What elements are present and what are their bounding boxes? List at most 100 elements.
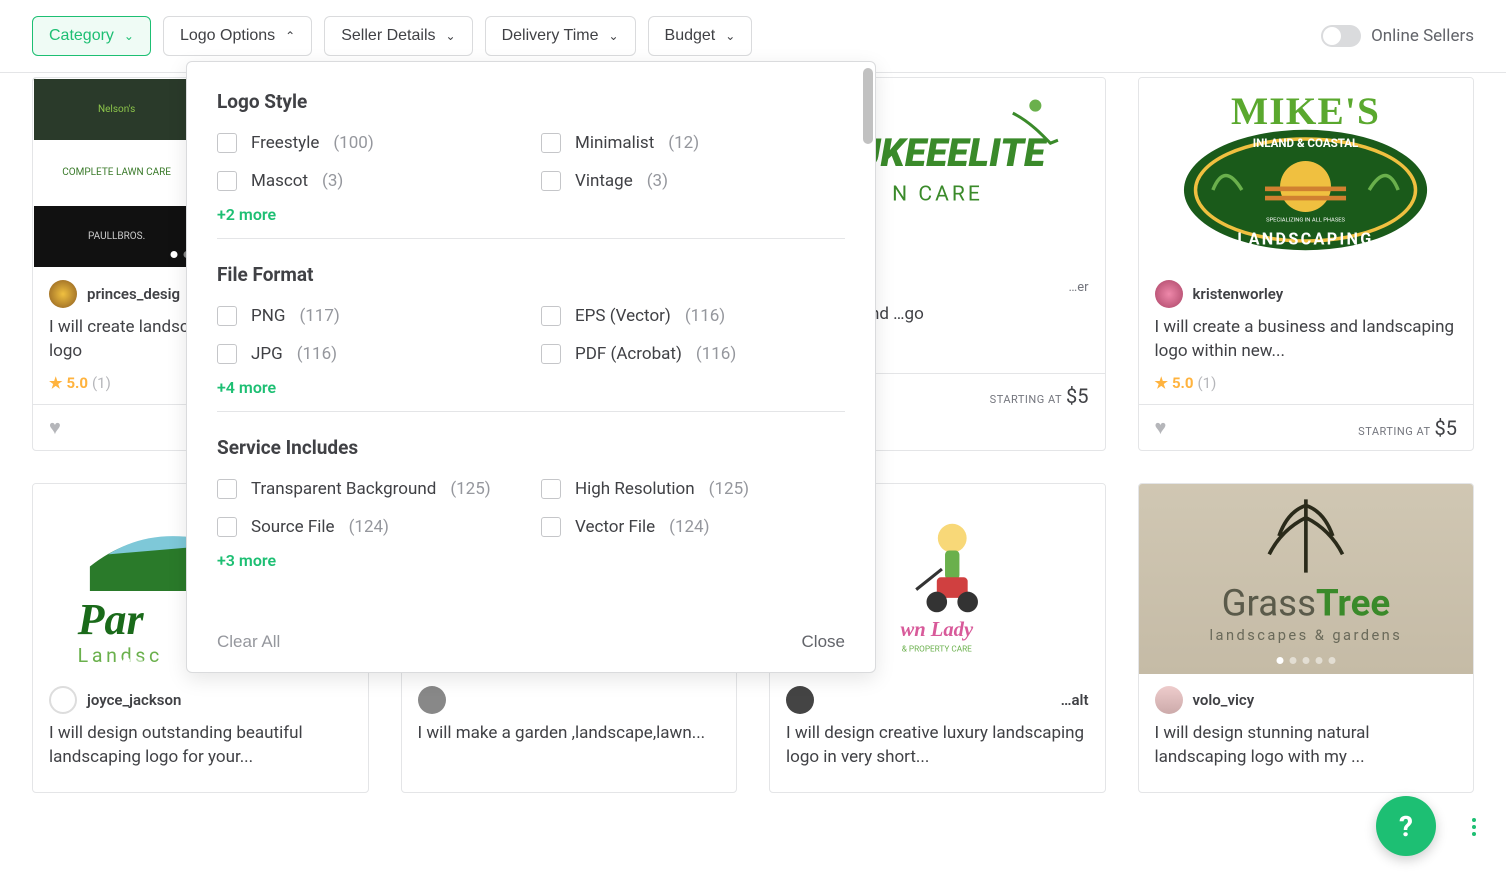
checkbox-icon <box>217 171 237 191</box>
filter-option[interactable]: JPG (116) <box>217 344 521 364</box>
option-label: Mascot <box>251 171 308 191</box>
checkbox-icon <box>541 344 561 364</box>
filter-option[interactable]: Freestyle(100) <box>217 133 521 153</box>
filter-option[interactable]: Minimalist(12) <box>541 133 845 153</box>
seller-avatar[interactable] <box>1155 280 1183 308</box>
checkbox-icon <box>541 306 561 326</box>
option-count: (117) <box>299 306 339 326</box>
filter-budget[interactable]: Budget ⌄ <box>648 16 753 56</box>
seller-name[interactable]: joyce_jackson <box>87 691 181 709</box>
filter-option[interactable]: Vintage (3) <box>541 171 845 191</box>
filter-option[interactable]: EPS (Vector)(116) <box>541 306 845 326</box>
gig-image[interactable]: GrassTreelandscapes & gardens <box>1139 484 1474 674</box>
svg-text:GrassTree: GrassTree <box>1221 582 1390 625</box>
chevron-up-icon: ⌃ <box>285 29 295 43</box>
filter-category[interactable]: Category ⌄ <box>32 16 151 56</box>
checkbox-icon <box>541 133 561 153</box>
favorite-icon[interactable]: ♥ <box>49 415 61 440</box>
clear-all-button[interactable]: Clear All <box>217 632 280 652</box>
filter-label: Seller Details <box>341 27 435 45</box>
seller-avatar[interactable] <box>1155 686 1183 714</box>
carousel-dots[interactable] <box>908 251 967 258</box>
carousel-dots[interactable] <box>914 657 960 664</box>
checkbox-icon <box>541 171 561 191</box>
filter-seller-details[interactable]: Seller Details ⌄ <box>324 16 472 56</box>
filter-option[interactable]: Vector File(124) <box>541 517 845 537</box>
option-count: (116) <box>297 344 337 364</box>
svg-text:N CARE: N CARE <box>892 181 983 206</box>
svg-text:LANDSCAPING: LANDSCAPING <box>1238 230 1374 249</box>
online-sellers-toggle[interactable] <box>1321 25 1361 47</box>
rating-count: (1) <box>92 374 111 392</box>
star-icon: ★ <box>49 374 62 392</box>
carousel-dots[interactable] <box>1276 657 1335 664</box>
filter-option[interactable]: Source File(124) <box>217 517 521 537</box>
show-more-link[interactable]: +4 more <box>217 378 276 397</box>
svg-text:landscapes & gardens: landscapes & gardens <box>1209 626 1402 644</box>
favorite-icon[interactable]: ♥ <box>1155 415 1167 440</box>
filter-logo-options[interactable]: Logo Options ⌃ <box>163 16 312 56</box>
svg-text:wn Lady: wn Lady <box>901 619 974 641</box>
filter-delivery-time[interactable]: Delivery Time ⌄ <box>485 16 636 56</box>
gig-card[interactable]: GrassTreelandscapes & gardens volo_vicy … <box>1138 483 1475 793</box>
option-count: (3) <box>322 171 343 191</box>
checkbox-icon <box>541 517 561 537</box>
gig-card[interactable]: MIKE'SINLAND & COASTALLANDSCAPINGSPECIAL… <box>1138 77 1475 451</box>
dropdown-section-logo-style: Logo Style Freestyle(100) Minimalist(12)… <box>217 90 845 239</box>
seller-avatar[interactable] <box>49 686 77 714</box>
filter-option[interactable]: High Resolution(125) <box>541 479 845 499</box>
filter-option[interactable]: Transparent Background(125) <box>217 479 521 499</box>
option-count: (100) <box>333 133 373 153</box>
star-icon: ★ <box>1155 374 1168 392</box>
dropdown-section-service-includes: Service Includes Transparent Background(… <box>217 436 845 584</box>
price-label: STARTING AT <box>1358 425 1430 438</box>
filter-label: Delivery Time <box>502 27 599 45</box>
gig-title[interactable]: I will design outstanding beautiful land… <box>49 722 352 770</box>
checkbox-icon <box>217 517 237 537</box>
option-label: JPG <box>251 344 283 364</box>
seller-avatar[interactable] <box>786 686 814 714</box>
seller-name[interactable]: volo_vicy <box>1193 691 1255 709</box>
seller-name-partial[interactable]: …alt <box>1061 691 1089 709</box>
gig-title[interactable]: I will create a business and landscaping… <box>1155 316 1458 364</box>
option-label: Transparent Background <box>251 479 436 499</box>
show-more-link[interactable]: +2 more <box>217 205 276 224</box>
seller-name[interactable]: princes_desig <box>87 285 180 303</box>
more-menu-icon[interactable] <box>1472 818 1476 836</box>
filter-option[interactable]: Mascot (3) <box>217 171 521 191</box>
option-label: PDF (Acrobat) <box>575 344 682 364</box>
filter-label: Budget <box>665 27 716 45</box>
show-more-link[interactable]: +3 more <box>217 551 276 570</box>
option-label: Minimalist <box>575 133 654 153</box>
seller-name[interactable]: kristenworley <box>1193 285 1284 303</box>
gig-title[interactable]: I will make a garden ,landscape,lawn... <box>418 722 721 770</box>
seller-avatar[interactable] <box>49 280 77 308</box>
rating-value: 5.0 <box>1172 374 1194 392</box>
seller-avatar[interactable] <box>418 686 446 714</box>
option-count: (3) <box>647 171 668 191</box>
svg-text:SPECIALIZING IN ALL PHASES: SPECIALIZING IN ALL PHASES <box>1266 218 1345 224</box>
checkbox-icon <box>217 306 237 326</box>
price-label: STARTING AT <box>990 393 1062 406</box>
gig-image[interactable]: MIKE'SINLAND & COASTALLANDSCAPINGSPECIAL… <box>1139 78 1474 268</box>
svg-text:Landsc: Landsc <box>78 644 163 667</box>
carousel-dots[interactable] <box>123 657 143 664</box>
scrollbar-thumb[interactable] <box>863 68 873 144</box>
filter-option[interactable]: PNG(117) <box>217 306 521 326</box>
option-label: Source File <box>251 517 335 537</box>
help-fab[interactable]: ? <box>1376 796 1436 856</box>
toggle-label: Online Sellers <box>1371 26 1474 46</box>
checkbox-icon <box>217 479 237 499</box>
close-button[interactable]: Close <box>802 632 845 652</box>
help-icon: ? <box>1399 810 1413 843</box>
gig-title[interactable]: I will design creative luxury landscapin… <box>786 722 1089 770</box>
rating-count: (1) <box>1198 374 1217 392</box>
filter-option[interactable]: PDF (Acrobat)(116) <box>541 344 845 364</box>
option-label: EPS (Vector) <box>575 306 671 326</box>
svg-text:MIKE'S: MIKE'S <box>1231 89 1380 133</box>
option-label: Vintage <box>575 171 633 191</box>
carousel-dots[interactable] <box>1276 251 1335 258</box>
logo-options-dropdown: Logo Style Freestyle(100) Minimalist(12)… <box>186 61 876 673</box>
section-title: File Format <box>217 263 845 286</box>
gig-title[interactable]: I will design stunning natural landscapi… <box>1155 722 1458 770</box>
